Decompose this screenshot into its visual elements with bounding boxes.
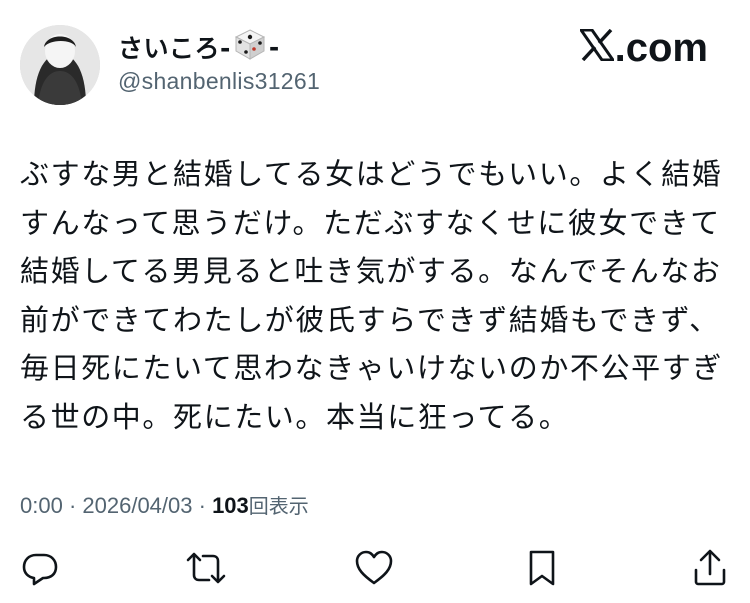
tweet-line: 毎日死にたいて思わなきゃいけないのか不公平すぎ (20, 351, 723, 385)
tweet-line: 結婚してる男見ると吐き気がする。なんでそんなお (20, 254, 722, 288)
views-label: 回表示 (248, 494, 309, 518)
heart-icon (353, 548, 395, 592)
views-count: 103 (212, 493, 249, 518)
die-icon (233, 27, 267, 67)
tweet-line: ぶすな男と結婚してる女はどうでもいい。よく結婚 (20, 157, 723, 191)
share-button[interactable] (688, 548, 732, 592)
brand-logo: .com (577, 26, 708, 71)
tweet-text: ぶすな男と結婚してる女はどうでもいい。よく結婚 すんなって思うだけ。ただぶすなく… (20, 150, 723, 441)
retweet-button[interactable] (184, 548, 228, 592)
avatar-image (20, 25, 100, 105)
reply-button[interactable] (18, 548, 62, 592)
tweet-line: る世の中。死にたい。本当に狂ってる。 (20, 399, 570, 434)
meta-separator: · (192, 493, 213, 518)
user-handle[interactable]: @shanbenlis31261 (118, 68, 320, 95)
display-name-suffix: - (268, 32, 280, 62)
share-icon (690, 548, 730, 592)
like-button[interactable] (352, 548, 396, 592)
tweet-line: 前ができてわたしが彼氏すらできず結婚もできず、 (20, 302, 720, 337)
tweet-meta: 0:00 · 2026/04/03 · 103回表示 (20, 490, 309, 519)
bookmark-icon (525, 548, 559, 592)
retweet-icon (184, 548, 228, 592)
bookmark-button[interactable] (520, 548, 564, 592)
tweet-date[interactable]: 2026/04/03 (82, 493, 192, 518)
brand-text: .com (614, 26, 708, 70)
reply-icon (20, 548, 60, 592)
avatar[interactable] (20, 25, 100, 105)
display-name[interactable]: さいころ- - (118, 28, 280, 66)
x-logo-icon (577, 26, 616, 71)
meta-separator: · (62, 493, 83, 518)
tweet-time[interactable]: 0:00 (20, 493, 63, 518)
action-bar (0, 548, 750, 592)
display-name-text: さいころ- (118, 34, 231, 63)
tweet-line: すんなって思うだけ。ただぶすなくせに彼女できて (20, 205, 721, 240)
